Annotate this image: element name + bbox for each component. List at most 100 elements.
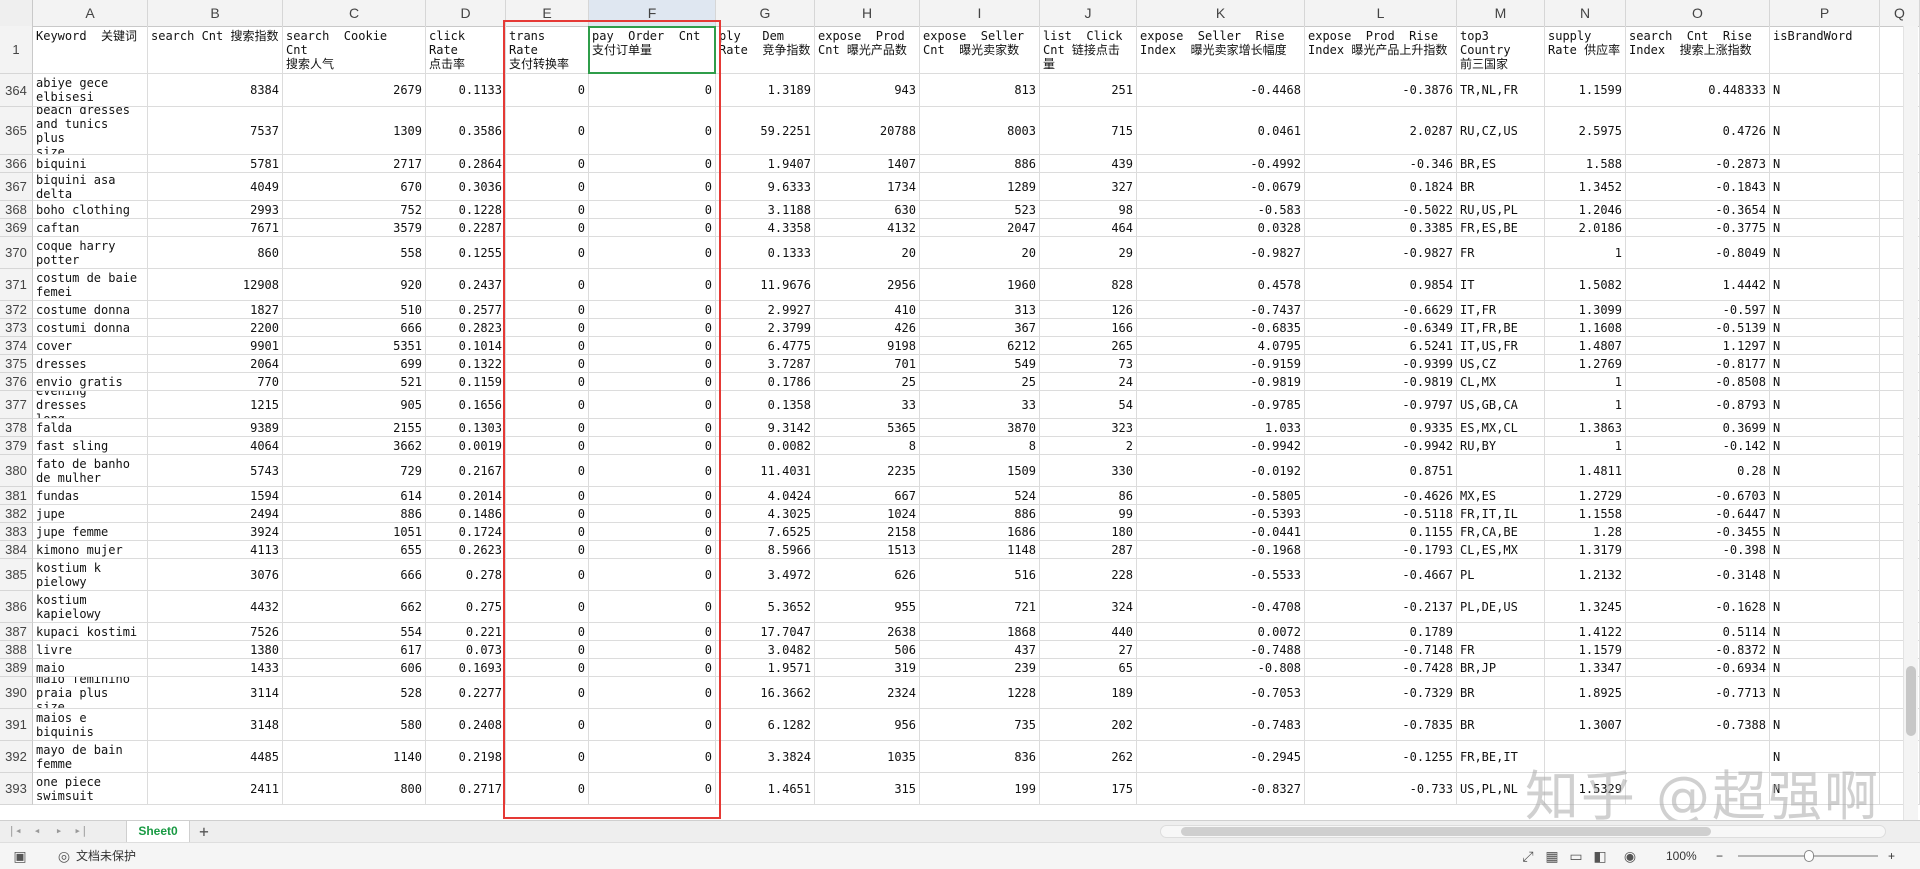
table-cell[interactable]: 1.3245 [1545, 591, 1626, 623]
row-number[interactable]: 391 [0, 709, 33, 741]
table-cell[interactable]: biquini [33, 155, 148, 173]
table-cell[interactable]: 0.1255 [426, 237, 506, 269]
table-cell[interactable]: 0 [506, 505, 589, 523]
table-cell[interactable]: N [1770, 677, 1880, 709]
table-cell[interactable]: biquini asa delta [33, 173, 148, 201]
table-cell[interactable]: 166 [1040, 319, 1137, 337]
table-cell[interactable]: N [1770, 419, 1880, 437]
table-cell[interactable]: 262 [1040, 741, 1137, 773]
table-cell[interactable]: -0.1843 [1626, 173, 1770, 201]
table-cell[interactable]: 0 [589, 559, 716, 591]
table-cell[interactable]: 1.9571 [716, 659, 815, 677]
table-cell[interactable]: 0.9335 [1305, 419, 1457, 437]
table-cell[interactable]: 2494 [148, 505, 283, 523]
table-cell[interactable]: 0.1786 [716, 373, 815, 391]
column-header-b[interactable]: B [148, 0, 283, 26]
table-cell[interactable]: mayo de bain femme [33, 741, 148, 773]
table-cell[interactable]: 506 [815, 641, 920, 659]
table-cell[interactable]: 1 [1545, 373, 1626, 391]
table-cell[interactable]: 1.1558 [1545, 505, 1626, 523]
table-cell[interactable]: -0.9827 [1137, 237, 1305, 269]
table-cell[interactable]: N [1770, 741, 1880, 773]
table-cell[interactable]: 12908 [148, 269, 283, 301]
table-cell[interactable]: N [1770, 155, 1880, 173]
column-title-cell[interactable]: ply Dem Rate 竞争指数 [716, 26, 815, 74]
table-cell[interactable]: N [1770, 559, 1880, 591]
table-cell[interactable]: -0.9819 [1137, 373, 1305, 391]
table-cell[interactable]: 1.4807 [1545, 337, 1626, 355]
table-cell[interactable]: -0.6447 [1626, 505, 1770, 523]
table-cell[interactable]: -0.6835 [1137, 319, 1305, 337]
table-cell[interactable]: 1.1608 [1545, 319, 1626, 337]
table-cell[interactable]: 1140 [283, 741, 426, 773]
table-cell[interactable]: 0 [589, 437, 716, 455]
normal-view-icon[interactable]: ▦ [1544, 848, 1560, 864]
table-cell[interactable]: -0.6934 [1626, 659, 1770, 677]
table-cell[interactable]: -0.9785 [1137, 391, 1305, 419]
table-cell[interactable]: 1.1579 [1545, 641, 1626, 659]
table-cell[interactable]: 0.2167 [426, 455, 506, 487]
table-cell[interactable]: 59.2251 [716, 107, 815, 155]
table-cell[interactable]: -0.8793 [1626, 391, 1770, 419]
table-cell[interactable]: 0 [589, 709, 716, 741]
table-cell[interactable]: 27 [1040, 641, 1137, 659]
table-cell[interactable]: 0.5114 [1626, 623, 1770, 641]
table-cell[interactable]: 1.2132 [1545, 559, 1626, 591]
table-cell[interactable]: 8384 [148, 74, 283, 107]
table-cell[interactable]: 0 [589, 237, 716, 269]
table-cell[interactable]: 3.1188 [716, 201, 815, 219]
column-title-cell[interactable]: supply Rate 供应率 [1545, 26, 1626, 74]
table-cell[interactable]: -0.2137 [1305, 591, 1457, 623]
eye-protection-icon[interactable]: ◉ [1622, 848, 1638, 864]
table-cell[interactable]: 666 [283, 319, 426, 337]
table-cell[interactable]: 11.9676 [716, 269, 815, 301]
table-cell[interactable]: 9198 [815, 337, 920, 355]
table-cell[interactable]: 3148 [148, 709, 283, 741]
column-title-cell[interactable]: trans Rate 支付转换率 [506, 26, 589, 74]
table-cell[interactable]: 0 [506, 591, 589, 623]
table-cell[interactable]: N [1770, 709, 1880, 741]
table-cell[interactable]: 7537 [148, 107, 283, 155]
table-cell[interactable]: 554 [283, 623, 426, 641]
table-cell[interactable]: BR,ES [1457, 155, 1545, 173]
table-cell[interactable]: -0.1793 [1305, 541, 1457, 559]
table-cell[interactable]: 1.1599 [1545, 74, 1626, 107]
table-cell[interactable]: 1.5082 [1545, 269, 1626, 301]
table-cell[interactable]: 0.1322 [426, 355, 506, 373]
table-cell[interactable]: 54 [1040, 391, 1137, 419]
table-cell[interactable]: 3.0482 [716, 641, 815, 659]
table-cell[interactable]: maio [33, 659, 148, 677]
table-cell[interactable]: IT,FR [1457, 301, 1545, 319]
table-cell[interactable]: abiye gece elbisesi [33, 74, 148, 107]
table-cell[interactable]: 0 [589, 301, 716, 319]
table-cell[interactable] [1626, 741, 1770, 773]
table-cell[interactable]: 0 [589, 455, 716, 487]
table-cell[interactable]: 7526 [148, 623, 283, 641]
table-cell[interactable]: 2235 [815, 455, 920, 487]
table-cell[interactable]: -0.7428 [1305, 659, 1457, 677]
row-number[interactable]: 373 [0, 319, 33, 337]
table-cell[interactable]: BR,JP [1457, 659, 1545, 677]
table-cell[interactable]: 735 [920, 709, 1040, 741]
table-cell[interactable]: 0 [506, 373, 589, 391]
table-cell[interactable]: -0.8508 [1626, 373, 1770, 391]
fullscreen-icon[interactable]: ⤢ [1520, 848, 1536, 864]
table-cell[interactable]: -0.7488 [1137, 641, 1305, 659]
table-cell[interactable]: 2956 [815, 269, 920, 301]
table-cell[interactable]: 0.4578 [1137, 269, 1305, 301]
table-cell[interactable]: 439 [1040, 155, 1137, 173]
table-cell[interactable]: N [1770, 641, 1880, 659]
table-cell[interactable]: 0 [589, 741, 716, 773]
table-cell[interactable]: 9.3142 [716, 419, 815, 437]
table-cell[interactable]: 65 [1040, 659, 1137, 677]
table-cell[interactable]: 1.28 [1545, 523, 1626, 541]
table-cell[interactable]: 0.2014 [426, 487, 506, 505]
table-cell[interactable]: 1051 [283, 523, 426, 541]
table-cell[interactable]: -0.398 [1626, 541, 1770, 559]
row-number[interactable]: 369 [0, 219, 33, 237]
table-cell[interactable]: 2155 [283, 419, 426, 437]
table-cell[interactable]: livre [33, 641, 148, 659]
table-cell[interactable]: -0.9159 [1137, 355, 1305, 373]
table-cell[interactable]: 5365 [815, 419, 920, 437]
table-cell[interactable]: 0 [506, 301, 589, 319]
